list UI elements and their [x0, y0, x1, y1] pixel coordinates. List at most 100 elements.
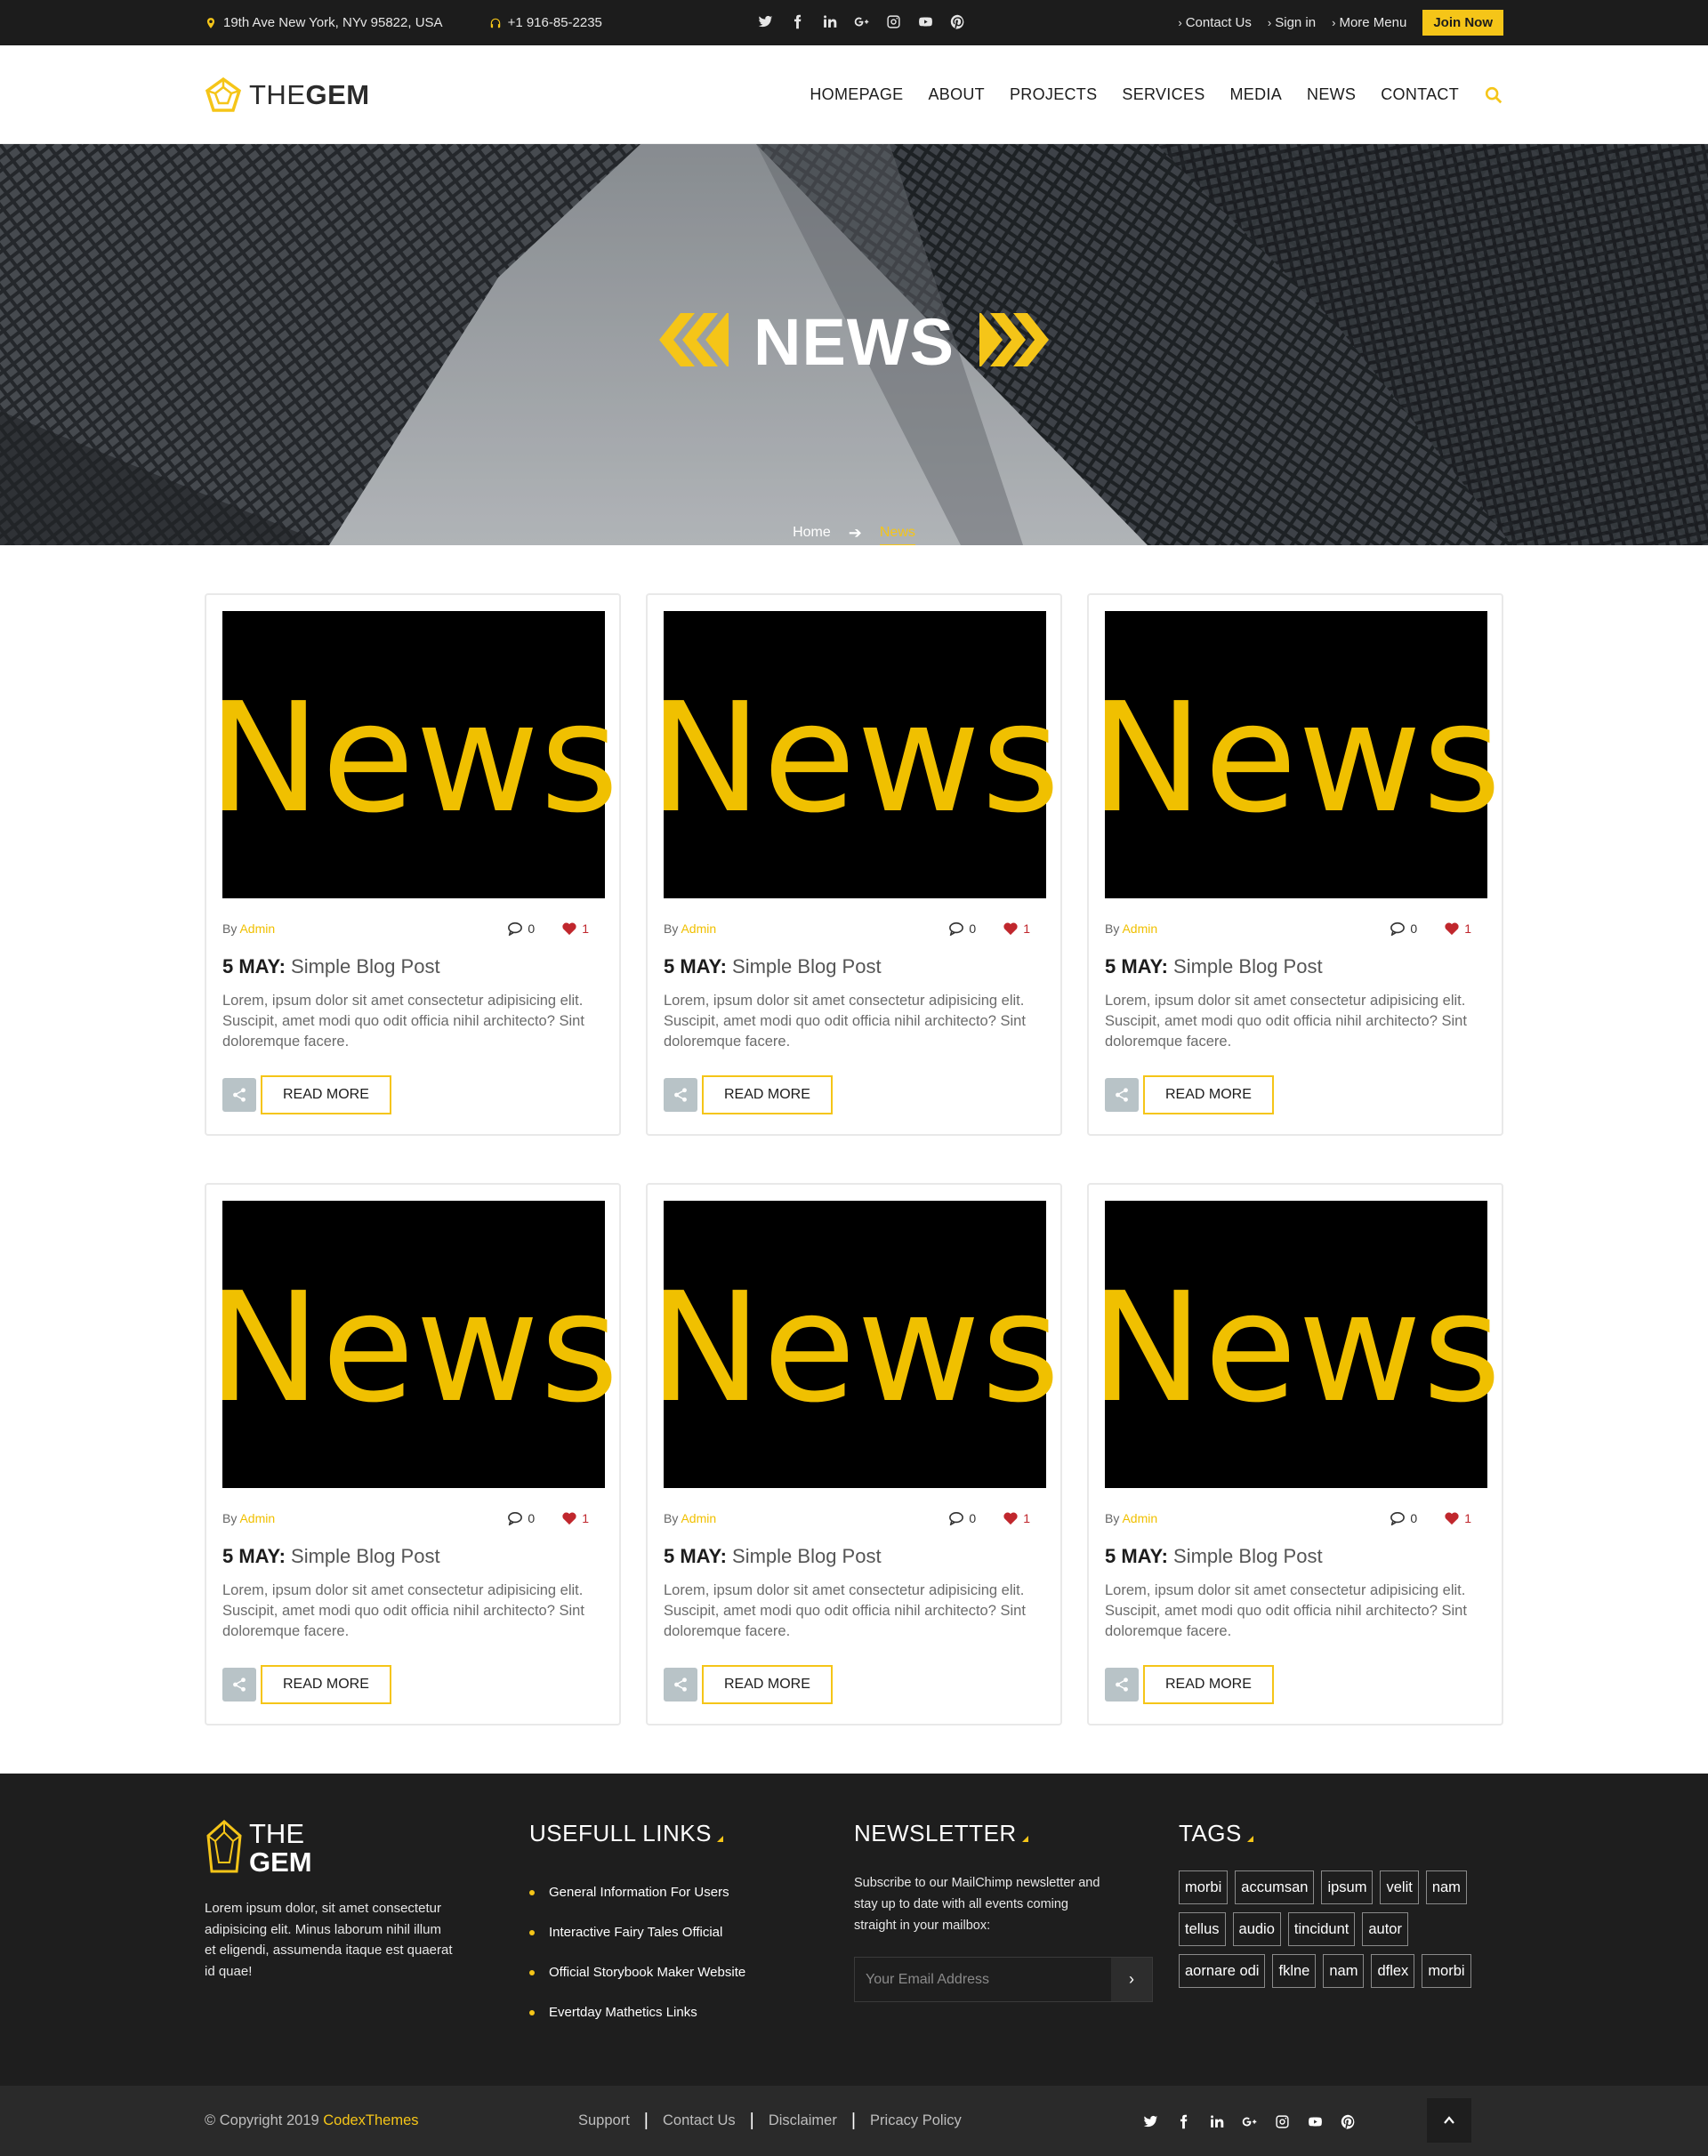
nav-about[interactable]: ABOUT — [928, 85, 985, 104]
post-image[interactable]: News — [649, 611, 1060, 898]
linkedin-icon[interactable] — [1207, 2112, 1225, 2130]
tag-item[interactable]: fklne — [1272, 1954, 1317, 1988]
read-more-button[interactable]: READ MORE — [702, 1665, 833, 1704]
post-title[interactable]: 5 MAY: Simple Blog Post — [1105, 955, 1486, 978]
post-date: 5 MAY: — [664, 955, 727, 977]
tag-item[interactable]: audio — [1232, 1912, 1281, 1946]
post-author[interactable]: Admin — [239, 921, 275, 936]
likes-count[interactable]: 1 — [1444, 921, 1471, 936]
likes-count[interactable]: 1 — [1444, 1511, 1471, 1525]
facebook-icon[interactable] — [1174, 2112, 1192, 2130]
footer-link[interactable]: Official Storybook Maker Website — [529, 1952, 854, 1992]
breadcrumb-home[interactable]: Home — [793, 525, 831, 541]
footer-link[interactable]: General Information For Users — [529, 1872, 854, 1912]
footer-link[interactable]: Interactive Fairy Tales Official — [529, 1912, 854, 1952]
post-author[interactable]: Admin — [681, 1511, 716, 1525]
post-image[interactable]: News — [1090, 1201, 1502, 1488]
comments-count[interactable]: 0 — [948, 1511, 976, 1525]
post-image[interactable]: News — [1090, 611, 1502, 898]
tag-item[interactable]: aornare odi — [1179, 1954, 1266, 1988]
youtube-icon[interactable] — [1306, 2112, 1324, 2130]
comments-count[interactable]: 0 — [1390, 1511, 1417, 1525]
post-image[interactable]: News — [207, 1201, 619, 1488]
link-contact-us[interactable]: Contact Us — [663, 2112, 736, 2129]
post-author[interactable]: Admin — [1122, 921, 1157, 936]
read-more-button[interactable]: READ MORE — [261, 1665, 391, 1704]
tag-item[interactable]: velit — [1380, 1870, 1419, 1904]
share-button[interactable] — [664, 1078, 697, 1112]
tag-item[interactable]: tellus — [1179, 1912, 1226, 1946]
copyright-brand[interactable]: CodexThemes — [323, 2112, 418, 2128]
likes-count[interactable]: 1 — [1003, 921, 1030, 936]
post-image[interactable]: News — [207, 611, 619, 898]
read-more-button[interactable]: READ MORE — [1143, 1075, 1274, 1114]
subscribe-button[interactable]: › — [1111, 1958, 1152, 2001]
tag-item[interactable]: morbi — [1422, 1954, 1471, 1988]
nav-homepage[interactable]: HOMEPAGE — [810, 85, 903, 104]
read-more-button[interactable]: READ MORE — [702, 1075, 833, 1114]
tag-item[interactable]: ipsum — [1321, 1870, 1374, 1904]
comments-count[interactable]: 0 — [948, 921, 976, 936]
tag-item[interactable]: dflex — [1371, 1954, 1415, 1988]
google-plus-icon[interactable] — [1240, 2112, 1258, 2130]
nav-projects[interactable]: PROJECTS — [1010, 85, 1097, 104]
post-title[interactable]: 5 MAY: Simple Blog Post — [664, 1545, 1044, 1568]
top-link-sign-in[interactable]: › Sign in — [1268, 15, 1316, 30]
top-link-contact[interactable]: › Contact Us — [1178, 15, 1252, 30]
tag-item[interactable]: autor — [1362, 1912, 1408, 1946]
top-link-more-menu[interactable]: › More Menu — [1332, 15, 1406, 30]
tag-item[interactable]: nam — [1323, 1954, 1365, 1988]
nav-services[interactable]: SERVICES — [1122, 85, 1204, 104]
facebook-icon[interactable] — [788, 12, 806, 30]
share-button[interactable] — [664, 1668, 697, 1701]
post-title[interactable]: 5 MAY: Simple Blog Post — [664, 955, 1044, 978]
read-more-button[interactable]: READ MORE — [1143, 1665, 1274, 1704]
share-button[interactable] — [1105, 1078, 1139, 1112]
twitter-icon[interactable] — [1141, 2112, 1159, 2130]
comments-count[interactable]: 0 — [507, 1511, 535, 1525]
join-now-button[interactable]: Join Now — [1422, 10, 1503, 36]
comments-count[interactable]: 0 — [507, 921, 535, 936]
share-button[interactable] — [222, 1668, 256, 1701]
pinterest-icon[interactable] — [1339, 2112, 1357, 2130]
share-button[interactable] — [222, 1078, 256, 1112]
instagram-icon[interactable] — [1273, 2112, 1291, 2130]
share-button[interactable] — [1105, 1668, 1139, 1701]
twitter-icon[interactable] — [756, 12, 774, 30]
pinterest-icon[interactable] — [948, 12, 966, 30]
link-privacy-policy[interactable]: Pricacy Policy — [870, 2112, 962, 2129]
tag-item[interactable]: accumsan — [1235, 1870, 1315, 1904]
likes-count[interactable]: 1 — [561, 1511, 589, 1525]
back-to-top-button[interactable] — [1427, 2098, 1471, 2143]
tag-item[interactable]: morbi — [1179, 1870, 1229, 1904]
tag-item[interactable]: nam — [1425, 1870, 1467, 1904]
footer-logo[interactable]: THE GEM — [205, 1820, 529, 1877]
post-title[interactable]: 5 MAY: Simple Blog Post — [222, 955, 603, 978]
likes-count[interactable]: 1 — [561, 921, 589, 936]
bottom-social-links — [1141, 2112, 1357, 2130]
link-disclaimer[interactable]: Disclaimer — [769, 2112, 837, 2129]
post-title[interactable]: 5 MAY: Simple Blog Post — [222, 1545, 603, 1568]
nav-news[interactable]: NEWS — [1307, 85, 1356, 104]
read-more-button[interactable]: READ MORE — [261, 1075, 391, 1114]
nav-contact[interactable]: CONTACT — [1381, 85, 1459, 104]
linkedin-icon[interactable] — [820, 12, 838, 30]
post-title[interactable]: 5 MAY: Simple Blog Post — [1105, 1545, 1486, 1568]
site-logo[interactable]: THEGEM — [205, 76, 370, 114]
link-support[interactable]: Support — [578, 2112, 630, 2129]
comments-count[interactable]: 0 — [1390, 921, 1417, 936]
email-input[interactable] — [855, 1958, 1111, 2001]
nav-media[interactable]: MEDIA — [1230, 85, 1283, 104]
post-author[interactable]: Admin — [1122, 1511, 1157, 1525]
instagram-icon[interactable] — [884, 12, 902, 30]
search-icon[interactable] — [1484, 85, 1503, 105]
tag-item[interactable]: tincidunt — [1287, 1912, 1356, 1946]
post-author[interactable]: Admin — [681, 921, 716, 936]
likes-count[interactable]: 1 — [1003, 1511, 1030, 1525]
post-author[interactable]: Admin — [239, 1511, 275, 1525]
youtube-icon[interactable] — [916, 12, 934, 30]
post-title-text: Simple Blog Post — [291, 955, 440, 977]
post-image[interactable]: News — [649, 1201, 1060, 1488]
google-plus-icon[interactable] — [852, 12, 870, 30]
footer-link[interactable]: Evertday Mathetics Links — [529, 1992, 854, 2032]
